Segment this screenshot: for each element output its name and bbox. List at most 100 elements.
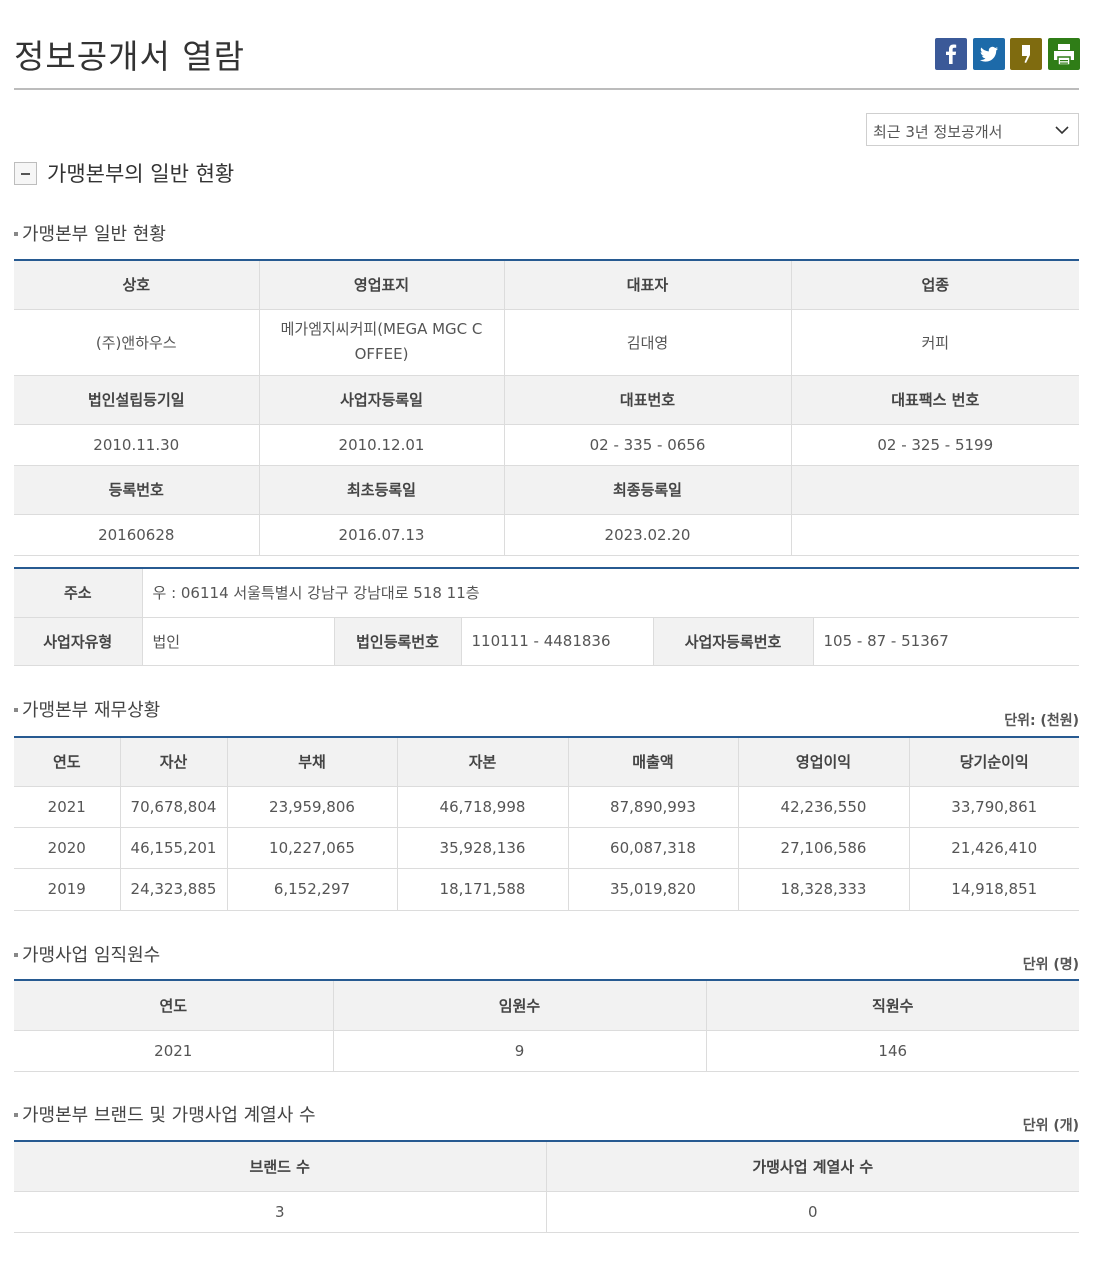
header-executives: 임원수	[333, 980, 707, 1031]
address-table: 주소 우 : 06114 서울특별시 강남구 강남대로 518 11층 사업자유…	[14, 567, 1079, 666]
header-affiliate-count: 가맹사업 계열사 수	[546, 1141, 1079, 1192]
header-fax: 대표팩스 번호	[791, 375, 1079, 425]
year: 2019	[14, 868, 121, 911]
table-row: 2020 46,155,201 10,227,065 35,928,136 60…	[14, 827, 1079, 869]
liabilities: 6,152,297	[227, 868, 398, 911]
header-incorporation-date: 법인설립등기일	[14, 375, 260, 425]
company-name: (주)앤하우스	[14, 309, 260, 376]
header-business-type: 사업자유형	[14, 617, 143, 666]
twitter-icon	[980, 46, 998, 62]
industry: 커피	[791, 309, 1079, 376]
registration-number: 20160628	[14, 514, 260, 556]
representative: 김대영	[504, 309, 792, 376]
executives: 9	[333, 1030, 707, 1072]
header-employees: 직원수	[706, 980, 1079, 1031]
operating-profit: 42,236,550	[738, 786, 910, 828]
table-row: 2021 9 146	[14, 1030, 1079, 1072]
brands-unit: 단위 (개)	[1022, 1118, 1079, 1134]
header-address: 주소	[14, 568, 143, 618]
header-empty	[791, 465, 1079, 515]
incorporation-date: 2010.11.30	[14, 424, 260, 466]
phone-number: 02 - 335 - 0656	[504, 424, 792, 466]
twitter-share-button[interactable]	[973, 38, 1005, 70]
brand-mark: 메가엠지씨커피(MEGA MGC C OFFEE)	[259, 309, 505, 376]
last-registration-date: 2023.02.20	[504, 514, 792, 556]
header-corporate-number: 법인등록번호	[334, 617, 462, 666]
header-net-profit: 당기순이익	[909, 737, 1079, 787]
finance-table: 연도 자산 부채 자본 매출액 영업이익 당기순이익 2021 70,678,8…	[14, 736, 1079, 911]
section-collapse-button[interactable]	[14, 162, 37, 185]
disclosure-year-select[interactable]: 최근 3년 정보공개서	[866, 113, 1079, 146]
corporate-number-value: 110111 - 4481836	[461, 617, 654, 666]
print-icon	[1054, 44, 1074, 66]
first-registration-date: 2016.07.13	[259, 514, 505, 556]
header-brand-count: 브랜드 수	[14, 1141, 547, 1192]
assets: 46,155,201	[120, 827, 228, 869]
affiliate-count: 0	[546, 1191, 1079, 1233]
assets: 24,323,885	[120, 868, 228, 911]
brand-count: 3	[14, 1191, 547, 1233]
header-last-registration-date: 최종등록일	[504, 465, 792, 515]
net-profit: 14,918,851	[909, 868, 1079, 911]
revenue: 60,087,318	[568, 827, 739, 869]
revenue: 35,019,820	[568, 868, 739, 911]
general-status-title: 가맹본부 일반 현황	[14, 220, 166, 246]
bookmark-share-button[interactable]	[1010, 38, 1042, 70]
facebook-icon	[946, 44, 957, 64]
revenue: 87,890,993	[568, 786, 739, 828]
header-company-name: 상호	[14, 260, 260, 310]
header-representative: 대표자	[504, 260, 792, 310]
header-phone: 대표번호	[504, 375, 792, 425]
empty-cell	[791, 514, 1079, 556]
finance-title: 가맹본부 재무상황	[14, 696, 160, 722]
equity: 18,171,588	[397, 868, 569, 911]
header-assets: 자산	[120, 737, 228, 787]
business-registration-date: 2010.12.01	[259, 424, 505, 466]
header-operating-profit: 영업이익	[738, 737, 910, 787]
header-year: 연도	[14, 737, 121, 787]
finance-unit: 단위: (천원)	[1004, 713, 1079, 729]
equity: 46,718,998	[397, 786, 569, 828]
header-business-registration-date: 사업자등록일	[259, 375, 505, 425]
business-type-value: 법인	[142, 617, 335, 666]
year: 2021	[14, 786, 121, 828]
staff-table: 연도 임원수 직원수 2021 9 146	[14, 979, 1079, 1072]
header-first-registration-date: 최초등록일	[259, 465, 505, 515]
page-title: 정보공개서 열람	[14, 37, 246, 76]
disclosure-year-select-value: 최근 3년 정보공개서	[873, 123, 1003, 141]
facebook-share-button[interactable]	[935, 38, 967, 70]
liabilities: 10,227,065	[227, 827, 398, 869]
section-title: 가맹본부의 일반 현황	[47, 162, 235, 186]
equity: 35,928,136	[397, 827, 569, 869]
table-row: 2021 70,678,804 23,959,806 46,718,998 87…	[14, 786, 1079, 828]
fax-number: 02 - 325 - 5199	[791, 424, 1079, 466]
business-number-value: 105 - 87 - 51367	[813, 617, 1079, 666]
header-registration-number: 등록번호	[14, 465, 260, 515]
year: 2020	[14, 827, 121, 869]
bullet-icon	[14, 708, 18, 712]
table-row: 3 0	[14, 1191, 1079, 1233]
operating-profit: 27,106,586	[738, 827, 910, 869]
net-profit: 21,426,410	[909, 827, 1079, 869]
print-button[interactable]	[1048, 38, 1080, 70]
employees: 146	[706, 1030, 1079, 1072]
bullet-icon	[14, 232, 18, 236]
header-brand-mark: 영업표지	[259, 260, 505, 310]
header-revenue: 매출액	[568, 737, 739, 787]
header-year: 연도	[14, 980, 334, 1031]
bullet-icon	[14, 953, 18, 957]
staff-title: 가맹사업 임직원수	[14, 941, 160, 967]
table-row: 2019 24,323,885 6,152,297 18,171,588 35,…	[14, 868, 1079, 911]
bullet-icon	[14, 1113, 18, 1117]
title-divider	[14, 88, 1079, 90]
brands-title: 가맹본부 브랜드 및 가맹사업 계열사 수	[14, 1101, 316, 1127]
net-profit: 33,790,861	[909, 786, 1079, 828]
header-liabilities: 부채	[227, 737, 398, 787]
brands-table: 브랜드 수 가맹사업 계열사 수 3 0	[14, 1140, 1079, 1233]
address-value: 우 : 06114 서울특별시 강남구 강남대로 518 11층	[142, 568, 1079, 618]
year: 2021	[14, 1030, 334, 1072]
header-industry: 업종	[791, 260, 1079, 310]
assets: 70,678,804	[120, 786, 228, 828]
header-business-number: 사업자등록번호	[653, 617, 814, 666]
chevron-down-icon	[1055, 126, 1069, 135]
